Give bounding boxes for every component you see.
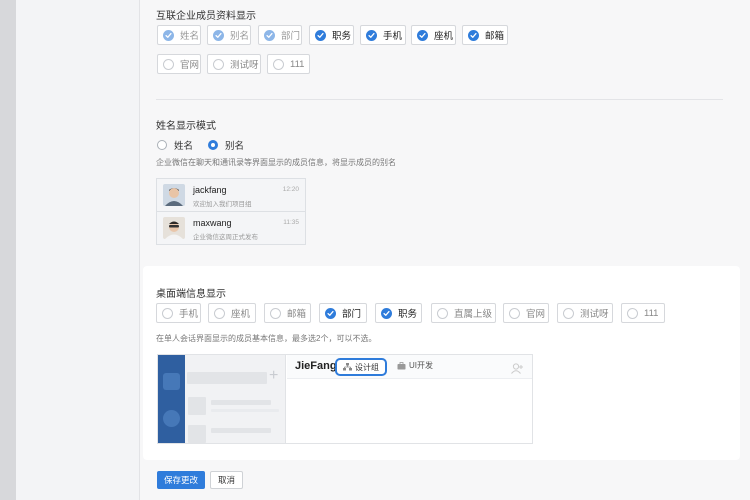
checkbox-checked-icon [213, 29, 224, 41]
checkbox-label: 座机 [434, 31, 454, 42]
name-mode-option-alias[interactable]: 别名 [208, 138, 244, 152]
contact-field-checkbox[interactable]: 邮箱 [462, 25, 508, 45]
checkbox-checked-icon [315, 29, 326, 41]
checkbox-label: 手机 [179, 309, 199, 320]
preview-nav-rail [158, 355, 185, 443]
checkbox-label: 官网 [526, 309, 546, 320]
preview-department-tag: 设计组 [335, 358, 387, 376]
preview-contact-name: jackfang [193, 185, 227, 195]
window-gutter [0, 0, 16, 500]
preview-position-tag: UI开发 [397, 360, 433, 371]
cancel-button[interactable]: 取消 [210, 471, 243, 489]
contact-field-checkbox: 别名 [207, 25, 251, 45]
section-divider [156, 99, 723, 100]
contact-field-checkbox: 部门 [258, 25, 302, 45]
checkbox-checked-icon [468, 29, 479, 41]
contact-field-checkbox[interactable]: 官网 [157, 54, 201, 74]
desktop-info-checkbox[interactable]: 部门 [319, 303, 367, 323]
add-icon: + [269, 367, 279, 384]
add-member-icon [511, 361, 524, 379]
name-mode-hint: 企业微信在聊天和通讯录等界面显示的成员信息，将显示成员的别名 [156, 158, 396, 167]
radio-label: 别名 [225, 141, 245, 152]
checkbox-label: 别名 [230, 31, 250, 42]
radio-icon [157, 140, 167, 150]
desktop-info-checkbox[interactable]: 直属上级 [431, 303, 496, 323]
checkbox-empty-icon [162, 307, 173, 319]
checkbox-empty-icon [213, 58, 224, 70]
desktop-client-preview: + JieFang 设计组 UI开发 [157, 354, 533, 444]
preview-chat-pane: JieFang 设计组 UI开发 [287, 355, 532, 443]
contact-field-checkbox[interactable]: 111 [267, 54, 310, 74]
checkbox-checked-icon [381, 307, 392, 319]
checkbox-checked-icon [366, 29, 377, 41]
preview-member-name: JieFang [295, 360, 337, 372]
preview-conversation-list: + [185, 355, 286, 443]
checkbox-label: 部门 [342, 309, 362, 320]
name-mode-preview: jackfang 欢迎加入我们项目组 12:20 maxwang 企业微信这周正… [156, 178, 306, 245]
desktop-info-checkbox[interactable]: 邮箱 [264, 303, 311, 323]
desktop-info-checkbox[interactable]: 111 [621, 303, 665, 323]
desktop-info-checkbox[interactable]: 手机 [156, 303, 201, 323]
preview-time: 12:20 [282, 186, 299, 193]
checkbox-label: 测试呀 [230, 60, 259, 71]
checkbox-label: 直属上级 [454, 309, 493, 320]
name-mode-option-name[interactable]: 姓名 [157, 138, 193, 152]
name-mode-title: 姓名显示模式 [156, 121, 216, 132]
checkbox-empty-icon [273, 58, 284, 70]
checkbox-label: 部门 [281, 31, 301, 42]
save-button[interactable]: 保存更改 [157, 471, 205, 489]
contact-field-checkbox: 姓名 [157, 25, 201, 45]
preview-chat-item: jackfang 欢迎加入我们项目组 12:20 [157, 179, 305, 212]
contact-fields-title: 互联企业成员资料显示 [156, 11, 256, 22]
checkbox-checked-icon [325, 307, 336, 319]
checkbox-empty-icon [563, 307, 574, 319]
avatar [163, 217, 185, 239]
checkbox-label: 座机 [231, 309, 251, 320]
checkbox-label: 职务 [332, 31, 352, 42]
contact-field-checkbox[interactable]: 座机 [411, 25, 456, 45]
side-navigation-panel [16, 0, 140, 500]
desktop-info-checkbox[interactable]: 官网 [503, 303, 549, 323]
contact-field-checkbox[interactable]: 测试呀 [207, 54, 261, 74]
checkbox-empty-icon [270, 307, 281, 319]
preview-time: 11:35 [283, 219, 299, 226]
checkbox-checked-icon [163, 29, 174, 41]
preview-message: 欢迎加入我们项目组 [193, 201, 252, 208]
checkbox-checked-icon [264, 29, 275, 41]
org-chart-icon [343, 363, 352, 371]
checkbox-label: 职务 [398, 309, 418, 320]
checkbox-label: 测试呀 [580, 309, 609, 320]
preview-chat-item: maxwang 企业微信这周正式发布 11:35 [157, 212, 305, 245]
checkbox-empty-icon [437, 307, 448, 319]
briefcase-icon [397, 361, 406, 370]
checkbox-empty-icon [163, 58, 174, 70]
preview-chat-header: JieFang 设计组 UI开发 [287, 355, 532, 379]
radio-selected-icon [208, 140, 218, 150]
checkbox-label: 111 [644, 307, 659, 319]
contact-field-checkbox[interactable]: 手机 [360, 25, 406, 45]
radio-label: 姓名 [174, 141, 194, 152]
contact-field-checkbox[interactable]: 职务 [309, 25, 354, 45]
checkbox-empty-icon [627, 307, 638, 319]
checkbox-checked-icon [417, 29, 428, 41]
preview-message: 企业微信这周正式发布 [193, 234, 258, 241]
avatar [163, 184, 185, 206]
checkbox-label: 姓名 [180, 31, 200, 42]
checkbox-label: 手机 [383, 31, 403, 42]
checkbox-empty-icon [509, 307, 520, 319]
desktop-info-title: 桌面端信息显示 [156, 289, 226, 300]
preview-contact-name: maxwang [193, 218, 232, 228]
preview-department-label: 设计组 [355, 362, 379, 372]
preview-position-label: UI开发 [409, 361, 433, 370]
checkbox-label: 111 [290, 58, 305, 70]
checkbox-label: 邮箱 [485, 31, 505, 42]
desktop-info-checkbox[interactable]: 测试呀 [557, 303, 613, 323]
desktop-info-checkbox[interactable]: 职务 [375, 303, 422, 323]
desktop-info-hint: 在单人会话界面显示的成员基本信息，最多选2个，可以不选。 [156, 334, 377, 343]
checkbox-label: 邮箱 [287, 309, 307, 320]
desktop-info-checkbox[interactable]: 座机 [208, 303, 256, 323]
checkbox-label: 官网 [180, 60, 200, 71]
checkbox-empty-icon [214, 307, 225, 319]
